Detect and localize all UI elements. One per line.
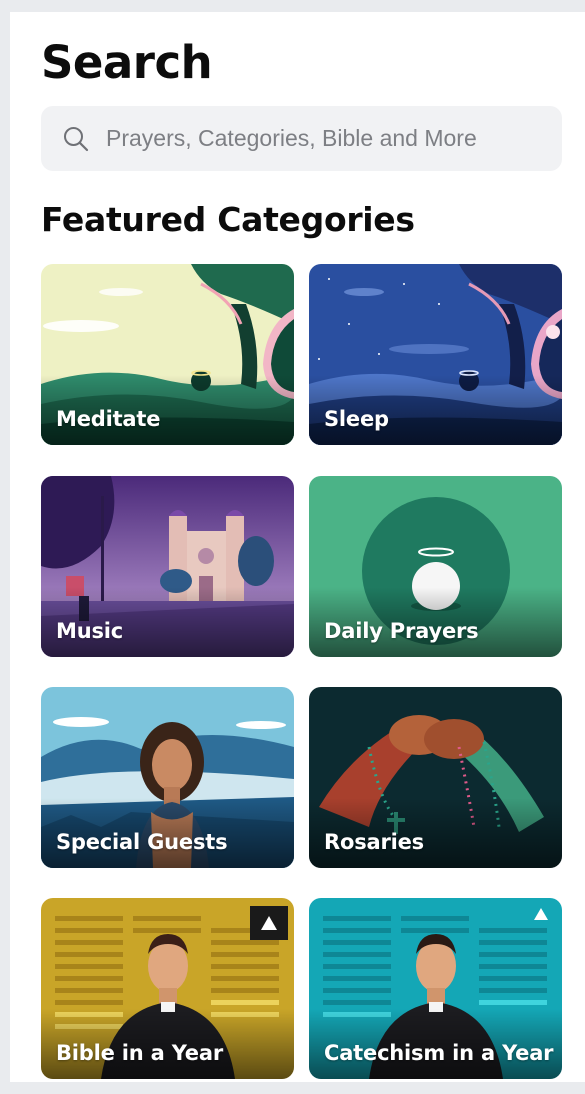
category-label: Music <box>56 619 123 643</box>
featured-categories-grid: Meditate Sleep Music Daily Prayers Speci… <box>41 264 563 1082</box>
category-tile-meditate[interactable]: Meditate <box>41 264 294 445</box>
category-tile-catechism-in-a-year[interactable]: Catechism in a Year <box>309 898 562 1079</box>
page-title: Search <box>41 36 213 89</box>
search-icon <box>62 125 90 153</box>
category-tile-rosaries[interactable]: Rosaries <box>309 687 562 868</box>
search-input[interactable] <box>104 124 528 153</box>
category-label: Daily Prayers <box>324 619 479 643</box>
search-screen: Search Featured Categories <box>10 12 585 1082</box>
category-label: Rosaries <box>324 830 424 854</box>
category-label: Bible in a Year <box>56 1041 223 1065</box>
category-tile-daily-prayers[interactable]: Daily Prayers <box>309 476 562 657</box>
section-title: Featured Categories <box>41 200 415 239</box>
category-label: Catechism in a Year <box>324 1041 554 1065</box>
category-label: Sleep <box>324 407 389 431</box>
category-label: Special Guests <box>56 830 228 854</box>
category-tile-bible-in-a-year[interactable]: Bible in a Year <box>41 898 294 1079</box>
category-tile-music[interactable]: Music <box>41 476 294 657</box>
category-tile-special-guests[interactable]: Special Guests <box>41 687 294 868</box>
category-label: Meditate <box>56 407 161 431</box>
search-bar[interactable] <box>41 106 562 171</box>
category-tile-sleep[interactable]: Sleep <box>309 264 562 445</box>
